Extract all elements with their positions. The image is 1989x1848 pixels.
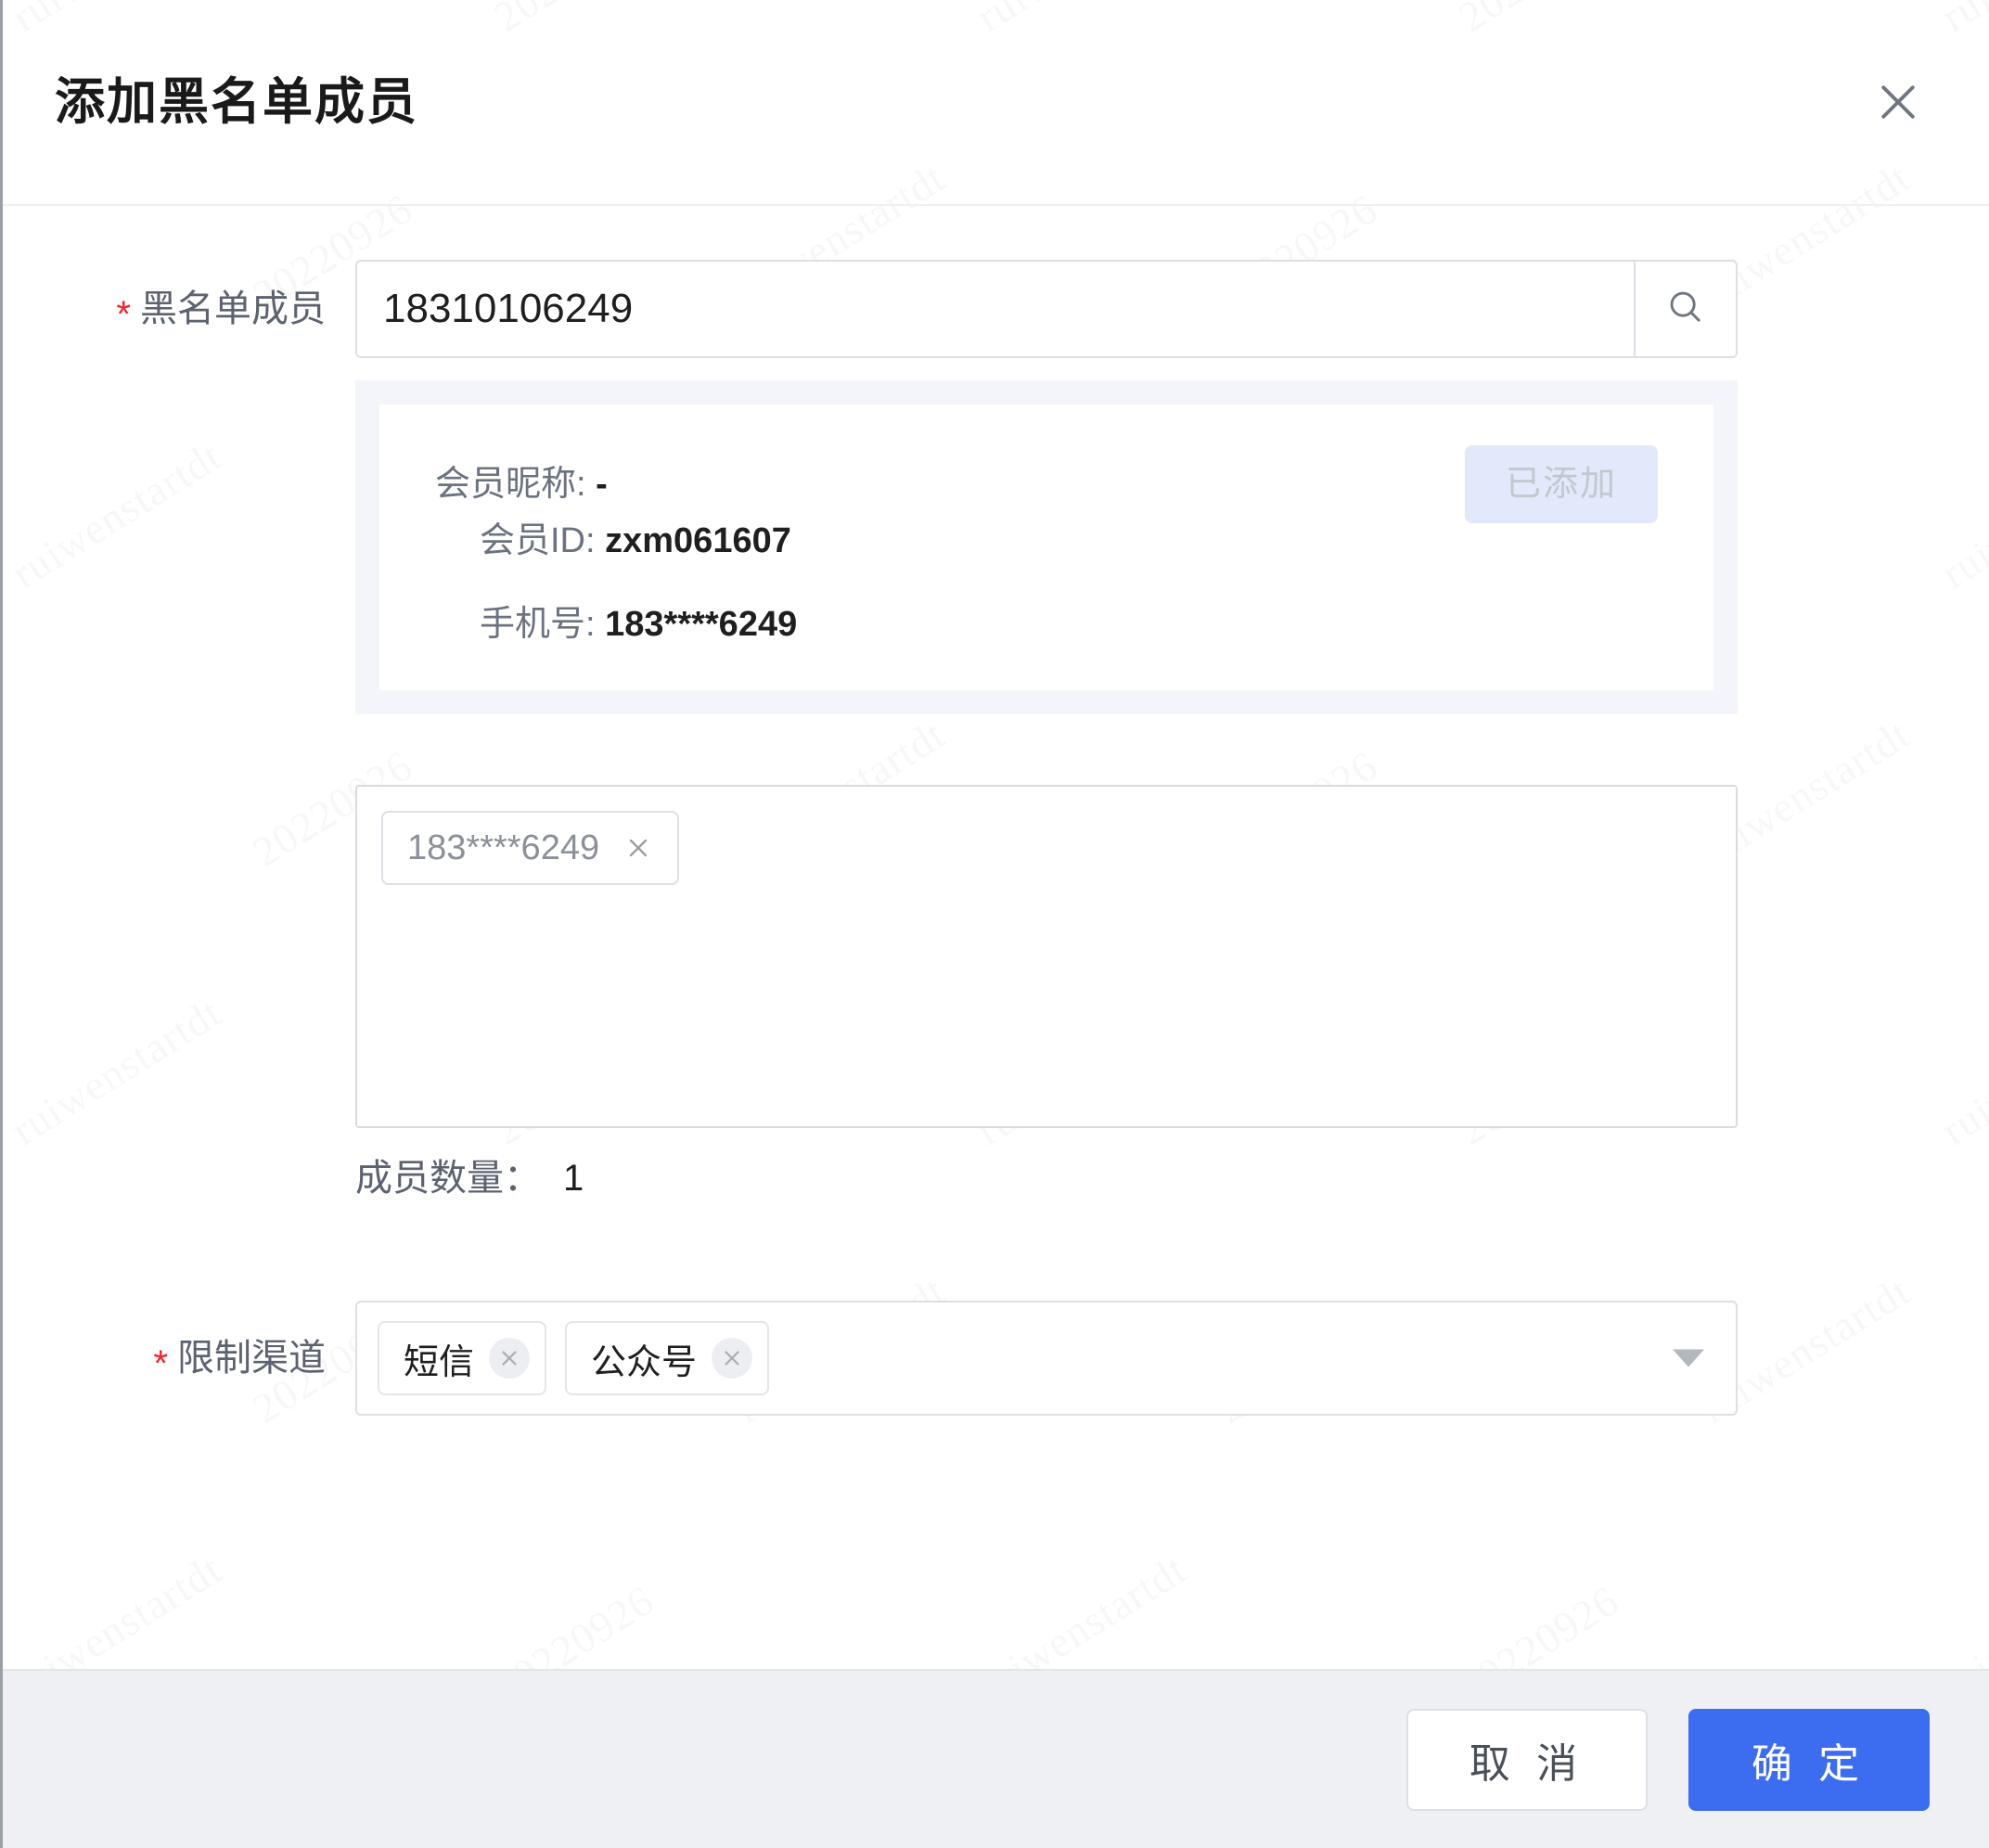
member-id-value: zxm061607 (605, 521, 791, 560)
blacklist-member-label-text: 黑名单成员 (140, 289, 326, 329)
blacklist-member-label: * 黑名单成员 (3, 260, 355, 358)
member-count-label: 成员数量： (355, 1158, 541, 1199)
channel-tag-label: 公众号 (591, 1342, 698, 1382)
member-result-card-inner: 会员昵称: - 已添加 会员ID: zxm061607 手机号: 183****… (379, 404, 1713, 690)
dialog-footer: 取 消 确 定 (3, 1669, 1989, 1848)
blacklist-member-row: * 黑名单成员 18310106249 会员昵称: - 已添加 会员ID: zx… (3, 260, 1989, 714)
close-circle-icon[interactable] (712, 1338, 753, 1379)
member-count-value: 1 (563, 1158, 584, 1199)
channel-tag-sms: 短信 (378, 1321, 547, 1395)
member-search-group (355, 260, 1738, 358)
cancel-button[interactable]: 取 消 (1406, 1708, 1648, 1811)
confirm-button[interactable]: 确 定 (1688, 1708, 1930, 1811)
member-nickname: 会员昵称: - (435, 467, 608, 502)
list-item: 183****6249 (381, 811, 680, 885)
already-added-button: 已添加 (1464, 445, 1658, 523)
restrict-channel-label-text: 限制渠道 (177, 1338, 326, 1379)
selected-members-box[interactable]: 183****6249 (355, 785, 1738, 1128)
restrict-channel-control: 短信 公众号 (355, 1301, 1989, 1416)
search-button[interactable] (1634, 262, 1736, 356)
channel-tag-label: 短信 (404, 1342, 475, 1382)
member-nickname-label: 会员昵称: (435, 465, 586, 504)
close-circle-icon[interactable] (489, 1338, 531, 1379)
member-nickname-row: 会员昵称: - 已添加 (435, 445, 1658, 523)
dialog-body: * 黑名单成员 18310106249 会员昵称: - 已添加 会员ID: zx… (3, 206, 1989, 1669)
restrict-channel-label: * 限制渠道 (3, 1301, 355, 1416)
phone-tag-label: 183****6249 (407, 828, 600, 867)
dialog-header: 添加黑名单成员 (3, 0, 1989, 206)
member-nickname-value: - (596, 465, 608, 504)
member-phone-label: 手机号: (480, 605, 596, 644)
search-icon (1664, 286, 1707, 333)
member-id-label: 会员ID: (480, 521, 596, 560)
required-marker: * (116, 294, 131, 335)
close-small-icon[interactable] (623, 833, 653, 863)
close-icon (1873, 77, 1923, 127)
page-title: 添加黑名单成员 (55, 74, 418, 130)
close-button[interactable] (1865, 69, 1931, 135)
member-phone-value: 183****6249 (605, 605, 798, 644)
add-blacklist-member-dialog: 20220926ruiwenstartdt20220926ruiwenstart… (0, 0, 1989, 1848)
selected-members-wrapper: 183****6249 成员数量： 1 (355, 785, 1989, 1197)
restrict-channel-select[interactable]: 短信 公众号 (355, 1301, 1738, 1416)
required-marker: * (153, 1343, 168, 1384)
chevron-down-icon[interactable] (1673, 1349, 1704, 1367)
member-count-row: 成员数量： 1 (355, 1160, 1989, 1197)
channel-tag-official-account: 公众号 (565, 1321, 770, 1395)
member-id-row: 会员ID: zxm061607 (435, 523, 1658, 558)
member-result-card: 会员昵称: - 已添加 会员ID: zxm061607 手机号: 183****… (355, 380, 1738, 714)
blacklist-member-control: 会员昵称: - 已添加 会员ID: zxm061607 手机号: 183****… (355, 260, 1989, 714)
member-search-input[interactable] (357, 262, 1634, 356)
member-phone-row: 手机号: 183****6249 (435, 607, 1658, 642)
restrict-channel-row: * 限制渠道 短信 公众号 (3, 1301, 1989, 1416)
